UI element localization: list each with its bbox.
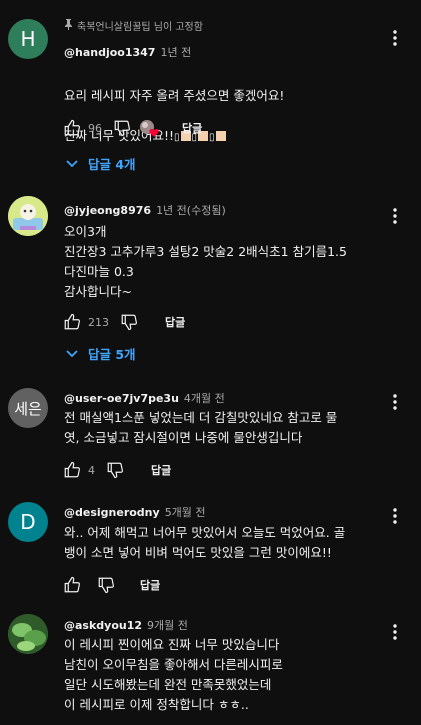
comment-header: @user-oe7jv7pe3u 4개월 전	[64, 390, 225, 406]
comment-text: 와.. 어제 해먹고 너어무 맛있어서 오늘도 먹었어요. 골 뱅이 소면 넣어…	[64, 525, 346, 560]
timestamp[interactable]: 4개월 전	[184, 392, 225, 405]
dislike-icon[interactable]	[119, 312, 139, 332]
avatar-image	[8, 196, 48, 236]
dislike-icon[interactable]	[105, 460, 125, 480]
avatar[interactable]: H	[8, 19, 48, 59]
reply-button[interactable]: 답글	[151, 462, 171, 478]
timestamp[interactable]: 5개월 전	[165, 506, 206, 519]
view-replies-button[interactable]: 답글 4개	[66, 154, 136, 173]
creator-heart-icon	[138, 118, 162, 138]
comment-text-line: 요리 레시피 자주 올려 주셨으면 좋겠어요!	[64, 88, 285, 103]
avatar[interactable]	[8, 196, 48, 236]
comment-1: H 축복언니살림꿀팁 님이 고정함 @handjoo1347 1년 전 요리 레시…	[0, 0, 421, 178]
more-vert-icon[interactable]	[387, 506, 403, 526]
comment-actions: 4 답글	[62, 460, 171, 480]
avatar-image	[8, 614, 48, 654]
comment-3: 세은 @user-oe7jv7pe3u 4개월 전 전 매실액1스푼 넣었는데 더…	[0, 378, 421, 486]
like-icon[interactable]	[62, 118, 82, 138]
author-name[interactable]: @askdyou12	[64, 619, 142, 632]
chevron-down-icon	[66, 349, 78, 357]
timestamp[interactable]: 9개월 전	[147, 619, 188, 632]
author-name[interactable]: @handjoo1347	[64, 46, 155, 59]
avatar-letter: H	[20, 27, 36, 51]
more-vert-icon[interactable]	[387, 206, 403, 226]
comment-text: 오이3개 진간장3 고추가루3 설탕2 맛술2 2배식초1 참기름1.5 다진마…	[64, 224, 347, 299]
comment-header: @askdyou12 9개월 전	[64, 617, 188, 633]
more-vert-icon[interactable]	[387, 28, 403, 48]
dislike-icon[interactable]	[96, 575, 116, 595]
replies-count: 답글 4개	[88, 157, 136, 172]
reply-button[interactable]: 답글	[140, 577, 160, 593]
like-icon[interactable]	[62, 575, 82, 595]
comment-text: 요리 레시피 자주 올려 주셨으면 좋겠어요! 진짜 너무 맛있어요!!▯ ▯ ▯	[64, 66, 386, 168]
like-count: 4	[88, 463, 95, 477]
avatar-text: 세은	[14, 399, 42, 418]
comment-text: 이 레시피 찐이에요 진짜 너무 맛있습니다 남친이 오이무침을 좋아해서 다른…	[64, 637, 283, 712]
timestamp[interactable]: 1년 전(수정됨)	[156, 204, 226, 217]
comment-text: 전 매실액1스푼 넣었는데 더 감칠맛있네요 참고로 물 엿, 소금넣고 잠시절…	[64, 410, 338, 445]
more-vert-icon[interactable]	[387, 392, 403, 412]
like-count: 96	[88, 121, 102, 135]
avatar[interactable]: 세은	[8, 388, 48, 428]
author-name[interactable]: @user-oe7jv7pe3u	[64, 392, 179, 405]
avatar[interactable]: D	[8, 502, 48, 542]
comment-actions: 96 답글	[62, 118, 202, 138]
reply-button[interactable]: 답글	[182, 120, 202, 136]
like-count: 213	[88, 315, 109, 329]
pinned-text: 축복언니살림꿀팁 님이 고정함	[77, 22, 203, 33]
comment-5: @askdyou12 9개월 전 이 레시피 찐이에요 진짜 너무 맛있습니다 남…	[0, 602, 421, 725]
like-icon[interactable]	[62, 460, 82, 480]
comment-header: @jyjeong8976 1년 전(수정됨)	[64, 202, 226, 218]
reply-button[interactable]: 답글	[165, 314, 185, 330]
dislike-icon[interactable]	[112, 118, 132, 138]
pin-icon	[64, 18, 73, 33]
comment-header: @handjoo1347 1년 전	[64, 44, 191, 60]
comment-2: @jyjeong8976 1년 전(수정됨) 오이3개 진간장3 고추가루3 설탕…	[0, 178, 421, 378]
comment-actions: 213 답글	[62, 312, 185, 332]
like-icon[interactable]	[62, 312, 82, 332]
comment-4: D @designerodny 5개월 전 와.. 어제 해먹고 너어무 맛있어서…	[0, 486, 421, 602]
avatar-letter: D	[20, 510, 36, 534]
more-vert-icon[interactable]	[387, 622, 403, 642]
author-name[interactable]: @jyjeong8976	[64, 204, 151, 217]
view-replies-button[interactable]: 답글 5개	[66, 344, 136, 363]
timestamp[interactable]: 1년 전	[160, 46, 191, 59]
chevron-down-icon	[66, 159, 78, 167]
author-name[interactable]: @designerodny	[64, 506, 160, 519]
avatar[interactable]	[8, 614, 48, 654]
replies-count: 답글 5개	[88, 347, 136, 362]
comment-actions: 답글	[62, 575, 160, 595]
comment-header: @designerodny 5개월 전	[64, 504, 206, 520]
pinned-label: 축복언니살림꿀팁 님이 고정함	[64, 18, 203, 33]
